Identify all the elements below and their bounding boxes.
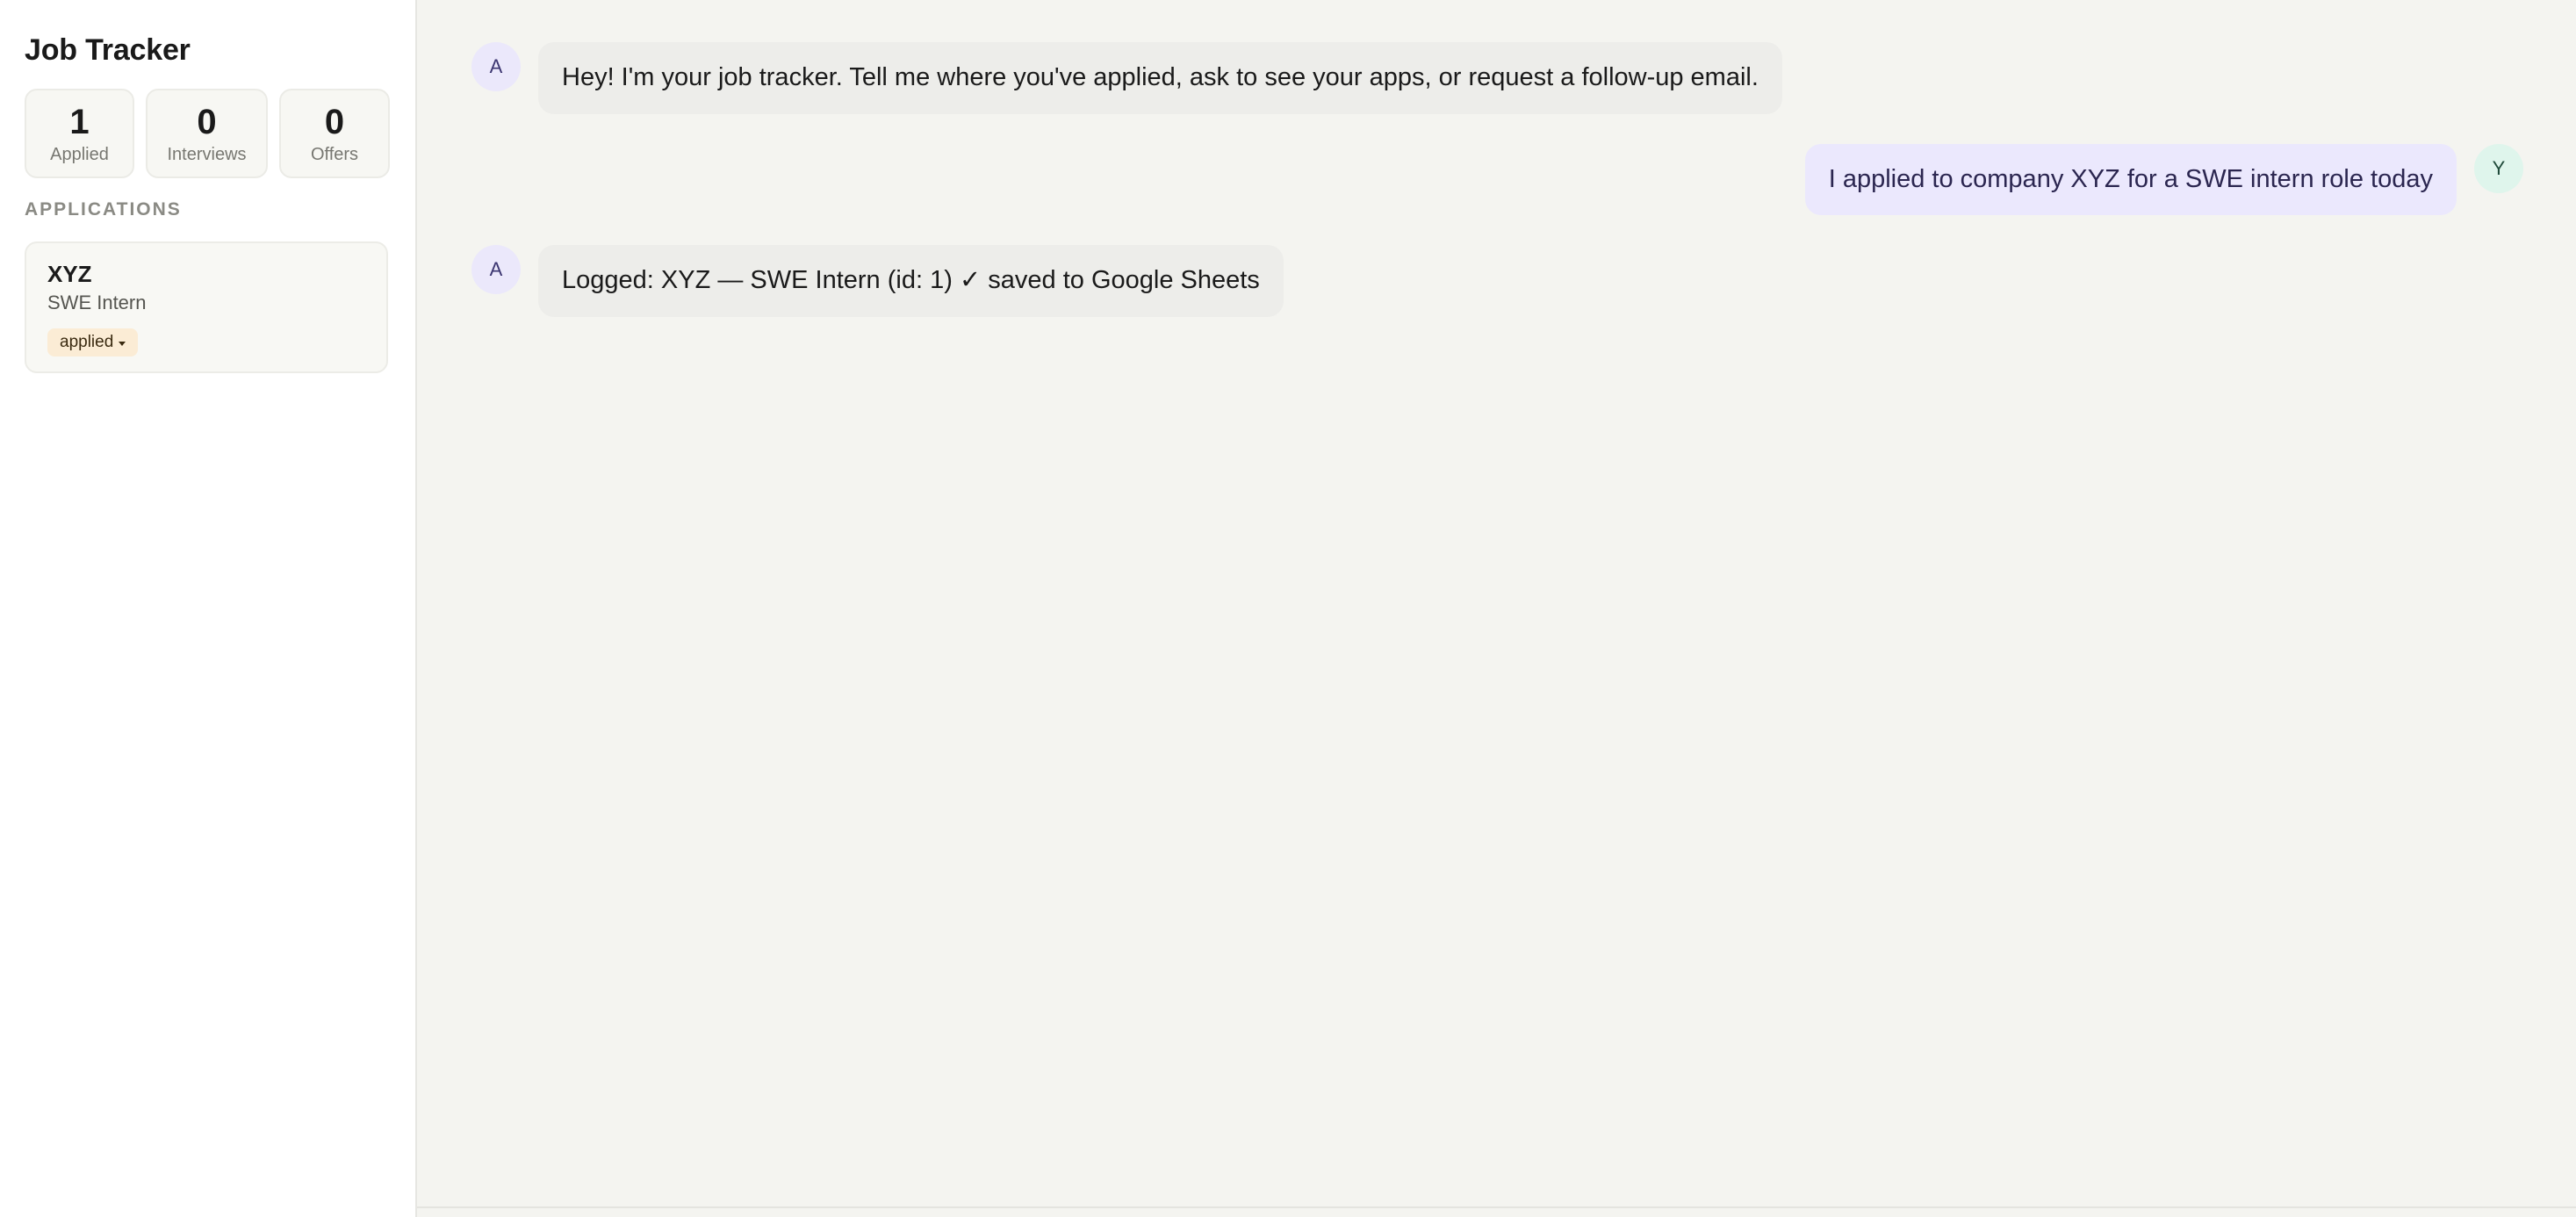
stat-offers-label: Offers — [310, 144, 359, 164]
stat-applied-label: Applied — [50, 144, 109, 164]
stat-offers-value: 0 — [324, 102, 345, 141]
caret-down-icon — [119, 342, 126, 347]
message-row: I applied to company XYZ for a SWE inter… — [471, 143, 2523, 216]
user-message: I applied to company XYZ for a SWE inter… — [1804, 143, 2457, 216]
assistant-avatar: A — [471, 42, 521, 91]
application-role: SWE Intern — [47, 292, 147, 314]
message-row: A Logged: XYZ — SWE Intern (id: 1) ✓ sav… — [471, 245, 2523, 318]
message-row: A Hey! I'm your job tracker. Tell me whe… — [471, 42, 2523, 114]
status-badge-label: applied — [60, 333, 114, 352]
chat-area: A Hey! I'm your job tracker. Tell me whe… — [417, 0, 2576, 1217]
stat-applied-value: 1 — [69, 102, 90, 141]
stats-row: 1 Applied 0 Interviews 0 Offers — [25, 89, 391, 178]
sidebar-title: Job Tracker — [25, 33, 191, 67]
stat-interviews-label: Interviews — [167, 144, 247, 164]
assistant-message: Hey! I'm your job tracker. Tell me where… — [538, 42, 1782, 114]
input-divider — [417, 1206, 2576, 1208]
stat-interviews-value: 0 — [197, 102, 217, 141]
user-avatar: Y — [2474, 143, 2523, 193]
stat-applied: 1 Applied — [25, 89, 134, 178]
application-company: XYZ — [47, 261, 92, 287]
stat-offers: 0 Offers — [279, 89, 390, 178]
stat-interviews: 0 Interviews — [146, 89, 268, 178]
sidebar: Job Tracker 1 Applied 0 Interviews 0 Off… — [0, 0, 417, 1217]
applications-section-label: APPLICATIONS — [25, 199, 182, 220]
assistant-avatar: A — [471, 245, 521, 295]
assistant-message: Logged: XYZ — SWE Intern (id: 1) ✓ saved… — [538, 245, 1284, 318]
status-badge[interactable]: applied — [47, 328, 139, 357]
application-card[interactable]: XYZ SWE Intern applied — [25, 241, 388, 373]
